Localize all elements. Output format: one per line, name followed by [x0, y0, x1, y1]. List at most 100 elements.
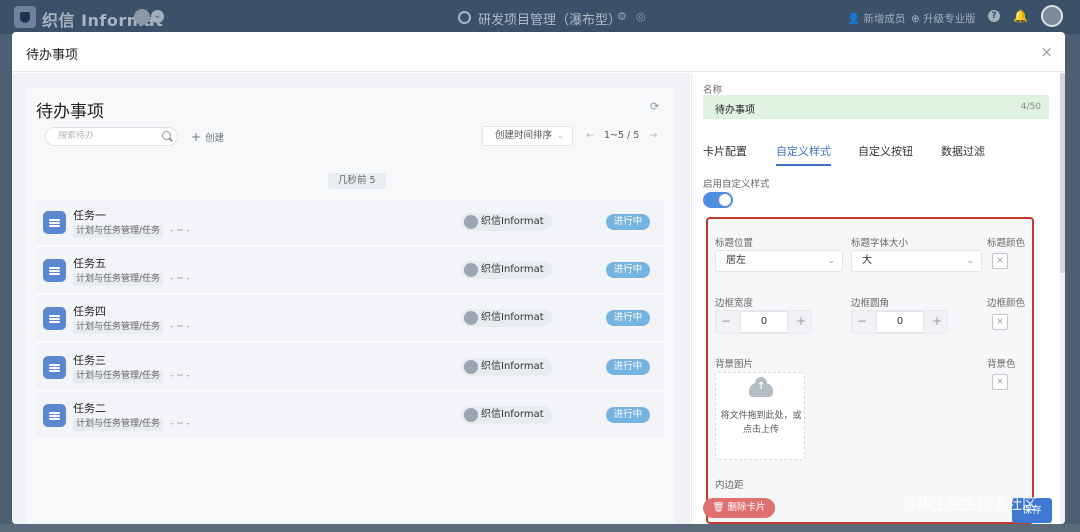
task-icon: [43, 307, 66, 330]
create-button[interactable]: + 创建: [191, 130, 224, 144]
app-topbar: 织信 Informat ⌄ 研发项目管理（瀑布型） ⚙ ◎ 👤 新增成员 ⊕ 升…: [0, 0, 1080, 34]
bg-color-label: 背景色: [987, 359, 1016, 370]
user-avatar: [464, 360, 478, 374]
task-user: 织信Informat: [461, 213, 552, 231]
border-radius-label: 边框圆角: [851, 298, 890, 309]
status-badge: 进行中: [606, 310, 650, 326]
task-name: 任务一: [73, 209, 106, 222]
create-label: 创建: [205, 133, 225, 144]
group-header: 几秒前 5: [328, 173, 386, 189]
name-field[interactable]: 待办事项 4/50: [703, 95, 1049, 119]
task-user-name: 织信Informat: [481, 409, 544, 420]
bg-color-picker[interactable]: ×: [992, 374, 1008, 390]
plus-icon[interactable]: +: [791, 314, 811, 328]
next-page-icon[interactable]: →: [649, 130, 657, 141]
workspace-chevron-icon[interactable]: ⌄: [151, 10, 164, 23]
new-member-link[interactable]: 👤 新增成员: [847, 11, 905, 26]
border-color-picker[interactable]: ×: [992, 314, 1008, 330]
search-icon[interactable]: [162, 131, 171, 140]
task-row[interactable]: 任务一 计划与任务管理/任务 - ~ - 织信Informat 进行中: [36, 200, 664, 246]
title-position-label: 标题位置: [715, 238, 754, 249]
tab-data-filter[interactable]: 数据过滤: [941, 143, 985, 159]
status-badge: 进行中: [606, 407, 650, 423]
title-font-select[interactable]: 大 ⌄: [851, 250, 982, 272]
title-font-value: 大: [862, 255, 872, 266]
task-path: 计划与任务管理/任务: [73, 370, 164, 383]
border-radius-stepper[interactable]: − 0 +: [851, 310, 948, 334]
border-radius-value[interactable]: 0: [876, 311, 924, 333]
task-name: 任务二: [73, 402, 106, 415]
bg-image-upload[interactable]: 将文件拖到此处，或点击上传: [715, 372, 805, 460]
pager-text: 1~5 / 5: [603, 130, 640, 141]
title-color-picker[interactable]: ×: [992, 253, 1008, 269]
user-avatar: [464, 215, 478, 229]
close-icon[interactable]: ×: [1040, 43, 1053, 61]
project-icon: [458, 11, 471, 24]
enable-style-toggle[interactable]: [703, 192, 733, 208]
prev-page-icon[interactable]: ←: [586, 130, 594, 141]
upgrade-link[interactable]: ⊕ 升级专业版: [911, 11, 976, 26]
task-name: 任务四: [73, 305, 106, 318]
name-count: 4/50: [1020, 102, 1041, 112]
task-user: 织信Informat: [461, 261, 552, 279]
task-row[interactable]: 任务四 计划与任务管理/任务 - ~ - 织信Informat 进行中: [36, 296, 664, 342]
tab-custom-style[interactable]: 自定义样式: [776, 143, 831, 166]
upload-cloud-icon: [749, 377, 773, 397]
user-avatar[interactable]: [1041, 5, 1063, 27]
background-strip: [0, 524, 1080, 532]
user-avatar: [464, 408, 478, 422]
user-plus-icon: 👤: [847, 13, 861, 25]
enable-style-label: 启用自定义样式: [703, 179, 770, 190]
task-icon: [43, 356, 66, 379]
chevron-down-icon: ⌄: [557, 131, 564, 140]
sort-label: 创建时间排序: [495, 130, 553, 141]
logo-icon[interactable]: [14, 6, 36, 28]
task-row[interactable]: 任务五 计划与任务管理/任务 - ~ - 织信Informat 进行中: [36, 248, 664, 294]
minus-icon[interactable]: −: [716, 314, 736, 328]
delete-card-button[interactable]: 🗑 删除卡片: [703, 498, 775, 518]
task-path: 计划与任务管理/任务: [73, 273, 164, 286]
task-name: 任务三: [73, 354, 106, 367]
task-path: 计划与任务管理/任务: [73, 225, 164, 238]
watermark: @稀土掘金技术社区: [902, 495, 1038, 513]
tab-card-config[interactable]: 卡片配置: [703, 143, 747, 159]
minus-icon[interactable]: −: [852, 314, 872, 328]
task-date: - ~ -: [170, 226, 190, 236]
scroll-thumb[interactable]: [1060, 73, 1065, 273]
task-user-name: 织信Informat: [481, 361, 544, 372]
plus-icon[interactable]: +: [927, 314, 947, 328]
project-settings-icon[interactable]: ⚙: [617, 10, 627, 23]
task-date: - ~ -: [170, 419, 190, 429]
search-box[interactable]: [45, 127, 178, 146]
task-date: - ~ -: [170, 274, 190, 284]
upgrade-label: 升级专业版: [923, 13, 976, 25]
pager: ← 1~5 / 5 →: [586, 130, 657, 141]
plus-icon: +: [191, 130, 202, 144]
task-date: - ~ -: [170, 322, 190, 332]
help-icon[interactable]: ?: [988, 10, 1000, 22]
task-user: 织信Informat: [461, 358, 552, 376]
modal-header: 待办事项 ×: [12, 32, 1065, 72]
project-title[interactable]: 研发项目管理（瀑布型）: [478, 9, 621, 28]
refresh-icon[interactable]: ⟳: [650, 100, 659, 113]
sort-dropdown[interactable]: 创建时间排序 ⌄: [482, 126, 573, 146]
project-status-icon[interactable]: ◎: [636, 10, 646, 23]
task-user-name: 织信Informat: [481, 264, 544, 275]
upload-text: 将文件拖到此处，或点击上传: [720, 411, 802, 435]
bell-icon[interactable]: 🔔: [1013, 9, 1028, 23]
title-position-select[interactable]: 居左 ⌄: [715, 250, 843, 272]
tab-custom-button[interactable]: 自定义按钮: [858, 143, 913, 159]
scrollbar[interactable]: [1060, 73, 1065, 524]
bg-image-label: 背景图片: [715, 359, 754, 370]
border-width-value[interactable]: 0: [740, 311, 788, 333]
status-badge: 进行中: [606, 359, 650, 375]
task-user: 织信Informat: [461, 406, 552, 424]
task-row[interactable]: 任务三 计划与任务管理/任务 - ~ - 织信Informat 进行中: [36, 345, 664, 391]
task-row[interactable]: 任务二 计划与任务管理/任务 - ~ - 织信Informat 进行中: [36, 393, 664, 439]
modal-title: 待办事项: [26, 48, 79, 63]
border-color-label: 边框颜色: [987, 298, 1026, 309]
search-input[interactable]: [58, 131, 158, 141]
border-width-stepper[interactable]: − 0 +: [715, 310, 812, 334]
config-panel: 名称 待办事项 4/50 卡片配置 自定义样式 自定义按钮 数据过滤 启用自定义…: [691, 73, 1065, 524]
workspace-avatar[interactable]: [134, 9, 150, 25]
